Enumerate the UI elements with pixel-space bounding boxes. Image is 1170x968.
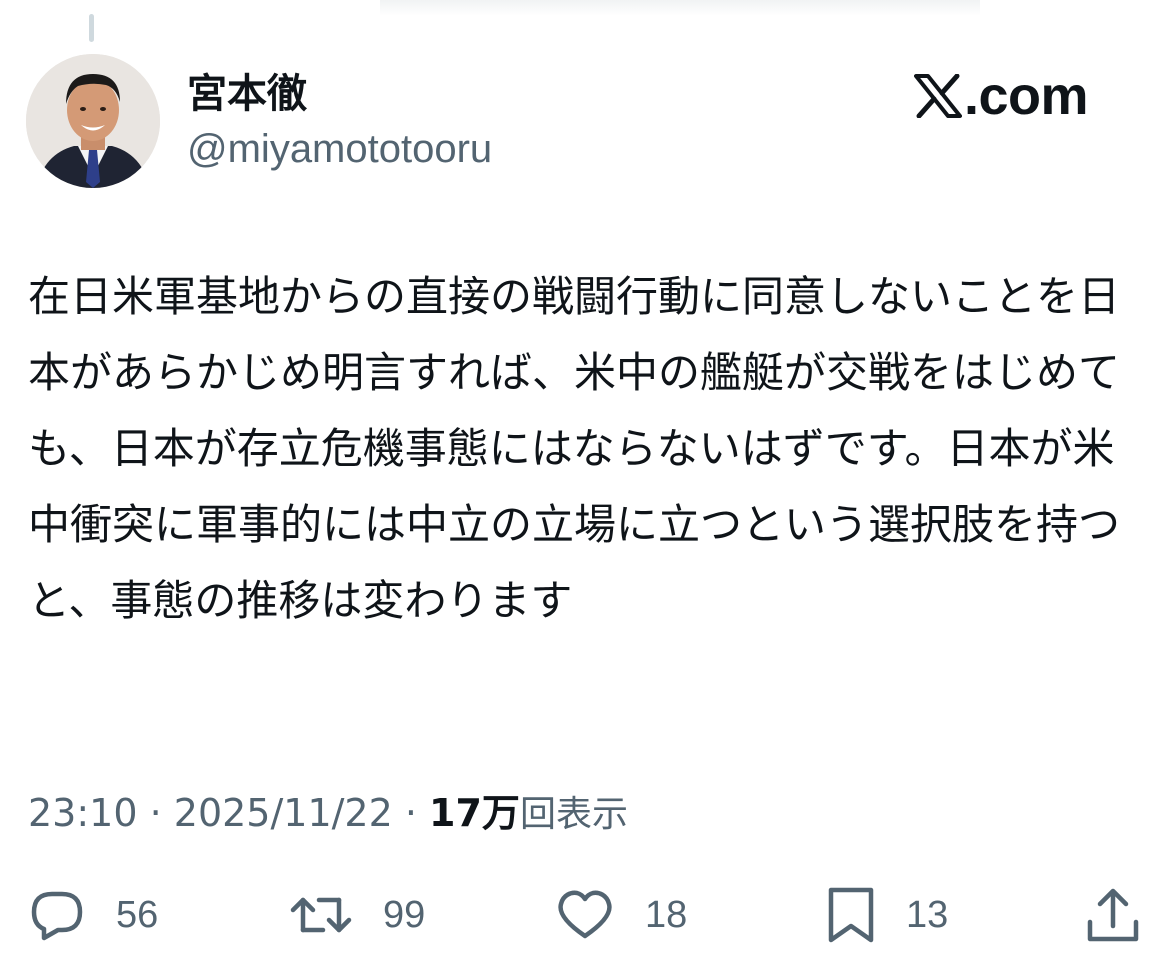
reply-count: 56 <box>116 893 159 936</box>
tweet-time[interactable]: 23:10 <box>28 791 138 835</box>
meta-separator: · <box>137 791 174 835</box>
action-bar: 56 99 18 13 <box>0 880 1170 950</box>
view-label: 回表示 <box>519 794 628 835</box>
brand-text: .com <box>964 66 1089 126</box>
like-count: 18 <box>645 893 688 936</box>
tweet-text: 在日米軍基地からの直接の戦闘行動に同意しないことを日本があらかじめ明言すれば、米… <box>28 272 1121 625</box>
avatar[interactable] <box>26 54 160 188</box>
x-logo-icon <box>914 74 962 118</box>
bookmark-count: 13 <box>906 893 949 936</box>
thread-connector-line <box>89 14 94 42</box>
top-fade <box>380 0 980 16</box>
view-count: 17万 <box>429 791 520 835</box>
tweet-meta: 23:10 · 2025/11/22 · 17万回表示 <box>28 788 628 840</box>
meta-separator: · <box>392 791 430 835</box>
repost-icon <box>289 888 353 942</box>
share-icon <box>1086 886 1140 944</box>
author-display-name[interactable]: 宮本徹 <box>187 66 307 122</box>
share-button[interactable] <box>1086 880 1140 950</box>
bookmark-icon <box>826 886 876 944</box>
repost-count: 99 <box>383 893 426 936</box>
tweet-date[interactable]: 2025/11/22 <box>174 791 393 835</box>
reply-button[interactable]: 56 <box>28 880 158 950</box>
like-button[interactable]: 18 <box>555 880 687 950</box>
reply-icon <box>28 888 86 942</box>
repost-button[interactable]: 99 <box>289 880 425 950</box>
avatar-photo <box>26 54 160 188</box>
bookmark-button[interactable]: 13 <box>826 880 948 950</box>
x-com-brand: .com <box>914 66 1089 126</box>
author-handle[interactable]: @miyamototooru <box>187 124 492 174</box>
heart-icon <box>555 888 615 942</box>
